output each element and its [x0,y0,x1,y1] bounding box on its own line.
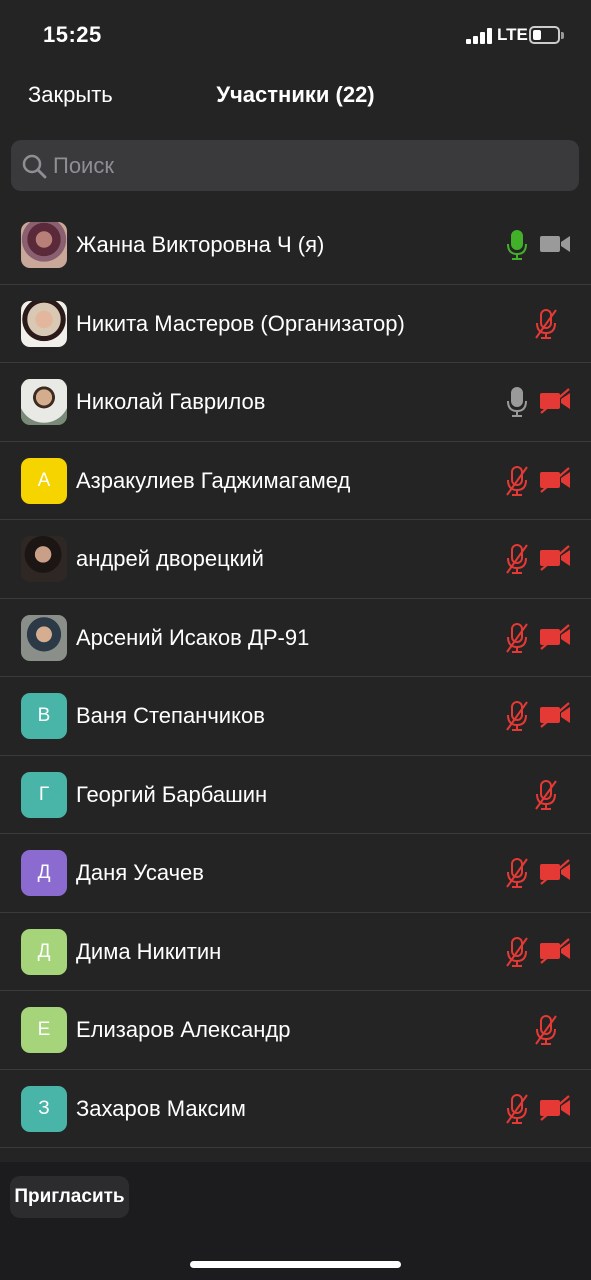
participant-row[interactable]: Николай Гаврилов [0,363,591,442]
participant-row[interactable]: Е Елизаров Александр [0,991,591,1070]
avatar: А [21,457,67,504]
participant-name: Ваня Степанчиков [76,703,265,728]
video-off-icon [540,1094,570,1121]
avatar-initial: Д [37,862,51,883]
participant-name: Дима Никитин [76,938,222,964]
search-icon [22,154,47,179]
signal-strength-icon [466,28,494,44]
participant-list: Жанна Викторовна Ч (я) Никита Мастеров (О… [0,206,591,1148]
home-indicator[interactable] [190,1261,401,1268]
mic-muted-icon [506,1093,528,1124]
participant-name: Азракулиев Гаджимагамед [76,467,351,493]
avatar-initial: З [38,1097,50,1119]
search-input[interactable] [53,140,563,191]
video-off-icon [540,623,570,650]
participant-name: Захаров Максим [76,1095,246,1121]
avatar: З [21,1085,67,1132]
avatar: В [21,693,67,739]
avatar [21,222,67,268]
nav-bar: Закрыть Участники (22) [0,70,591,125]
avatar [21,536,67,582]
avatar: Д [21,850,67,896]
avatar [21,300,67,347]
video-off-icon [540,937,570,964]
participant-name: Жанна Викторовна Ч (я) [76,232,325,257]
avatar-initial: Д [37,940,51,962]
battery-tip [561,32,564,39]
avatar [21,379,67,425]
participant-name: Елизаров Александр [76,1017,291,1042]
participant-name: Георгий Барбашин [76,781,268,807]
avatar [21,614,67,661]
video-camera-icon [540,236,570,252]
mic-muted-icon [506,701,528,731]
video-off-icon [540,859,570,885]
bottom-bar: Пригласить [0,1162,591,1280]
video-off-icon [540,466,570,493]
avatar-initial: В [37,705,51,726]
video-off-icon [540,702,570,728]
status-bar: 15:25 LTE [0,0,591,70]
network-type: LTE [497,25,528,44]
participant-row[interactable]: З Захаров Максим [0,1070,591,1148]
video-off-icon [540,388,570,414]
page-title: Участники (22) [216,82,375,107]
mic-muted-icon [535,779,557,810]
microphone-icon [507,387,527,417]
participant-row[interactable]: В Ваня Степанчиков [0,677,591,756]
participant-row[interactable]: Д Дима Никитин [0,913,591,991]
avatar-initial: Г [38,783,50,805]
participant-row[interactable]: Жанна Викторовна Ч (я) [0,206,591,285]
battery-icon [529,26,560,44]
clock: 15:25 [43,22,102,47]
participant-row[interactable]: Арсений Исаков ДР-91 [0,599,591,677]
avatar-initial: А [37,469,51,491]
mic-muted-icon [506,936,528,967]
avatar-initial: Е [37,1019,51,1040]
participant-name: Арсений Исаков ДР-91 [76,624,310,650]
avatar: Е [21,1007,67,1053]
avatar: Г [21,771,67,818]
participant-name: Даня Усачев [76,860,204,885]
mic-muted-icon [506,544,528,574]
participant-row[interactable]: Никита Мастеров (Организатор) [0,285,591,363]
participant-name: андрей дворецкий [76,546,264,571]
mic-muted-icon [506,858,528,888]
participant-row[interactable]: А Азракулиев Гаджимагамед [0,442,591,520]
avatar: Д [21,928,67,975]
participant-row[interactable]: Д Даня Усачев [0,834,591,913]
participant-row[interactable]: андрей дворецкий [0,520,591,599]
video-off-icon [540,545,570,571]
invite-button[interactable]: Пригласить [10,1176,129,1218]
participant-name: Николай Гаврилов [76,389,266,414]
search-box[interactable] [11,140,579,191]
mic-muted-icon [535,1015,557,1045]
microphone-icon [507,230,527,260]
participant-name: Никита Мастеров (Организатор) [76,310,405,336]
participant-row[interactable]: Г Георгий Барбашин [0,756,591,834]
mic-muted-icon [506,622,528,653]
mic-muted-icon [506,465,528,496]
mic-muted-icon [535,308,557,339]
